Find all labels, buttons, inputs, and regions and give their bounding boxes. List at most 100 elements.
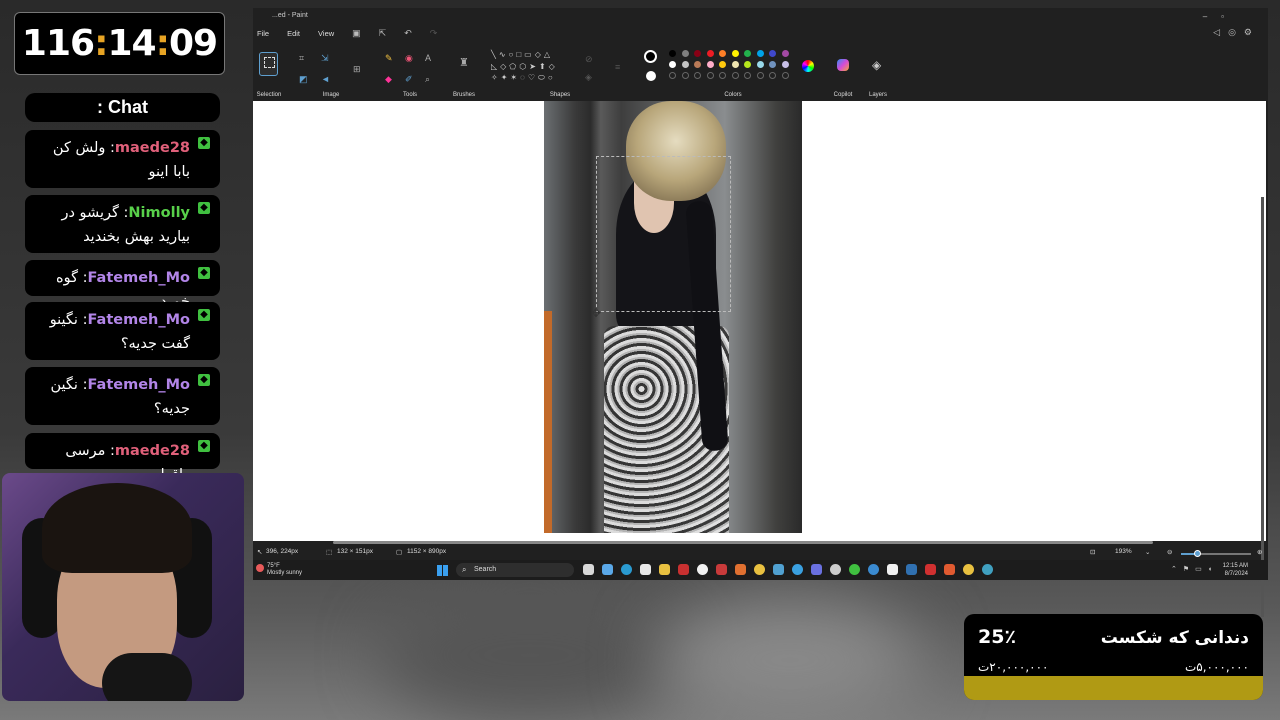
app-icon[interactable] — [868, 564, 879, 575]
chat-message: ◆ maede28: مرسی واقعا — [25, 433, 220, 483]
fill-shape-icon[interactable]: ◈ — [585, 72, 592, 83]
selection-tool-icon[interactable] — [259, 52, 278, 76]
ribbon: Selection ⌗ ⇲ ◩ ◄ ⊞ Image ✎ ◉ A ◆ ✐ ⌕ To… — [253, 42, 1268, 98]
donation-title: دندانی که شکست — [1100, 628, 1249, 648]
brush-icon[interactable]: ♜ — [459, 56, 469, 69]
weather-icon — [256, 564, 264, 572]
chevron-down-icon[interactable]: ⌄ — [1145, 548, 1150, 556]
pencil-icon[interactable]: ✎ — [385, 53, 393, 64]
magnifier-icon[interactable]: ⌕ — [425, 74, 430, 85]
app-icon[interactable] — [716, 564, 727, 575]
app-icon[interactable] — [697, 564, 708, 575]
app-icon[interactable] — [735, 564, 746, 575]
menu-file[interactable]: File — [257, 29, 269, 38]
app-icon[interactable] — [925, 564, 936, 575]
app-icon[interactable] — [849, 564, 860, 575]
chat-username: Fatemeh_Mo — [87, 377, 190, 393]
weather-desc: Mostly sunny — [267, 570, 303, 576]
crop-icon[interactable]: ⌗ — [299, 53, 304, 64]
group-brushes: ♜ Brushes — [449, 42, 479, 98]
zoom-level[interactable]: 193% — [1115, 548, 1132, 555]
steam-icon[interactable] — [906, 564, 917, 575]
redo-icon[interactable]: ↷ — [430, 28, 438, 39]
zoom-in-icon[interactable]: ⊕ — [1257, 548, 1262, 556]
file-explorer-icon[interactable] — [659, 564, 670, 575]
group-copilot: Copilot — [823, 42, 863, 98]
shapes-gallery-icon[interactable]: ╲∿○□▭◇△ — [491, 50, 553, 59]
system-tray[interactable]: ⌃⚑▭◖ — [1171, 565, 1218, 573]
weather-widget[interactable]: 75°F Mostly sunny — [256, 563, 303, 577]
zoom-out-icon[interactable]: ⊖ — [1167, 548, 1172, 556]
notepad-icon[interactable] — [887, 564, 898, 575]
store-icon[interactable] — [640, 564, 651, 575]
chat-message: ◆ maede28: ولش کن بابا اینو — [25, 130, 220, 188]
zoom-slider[interactable] — [1181, 550, 1251, 557]
app-icon[interactable] — [773, 564, 784, 575]
paint-window: ...ed - Paint –▫ File Edit View ▣ ⇱ ↶ ↷ … — [253, 8, 1268, 617]
group-colors: Colors — [663, 42, 803, 98]
menu-edit[interactable]: Edit — [287, 29, 300, 38]
donation-percent: 25٪ — [978, 626, 1017, 648]
zoom-slider-knob[interactable] — [1194, 550, 1201, 557]
selection-marquee[interactable] — [596, 156, 731, 312]
status-bar: ↖ 396, 224px ⬚ 132 × 151px ▢ 1152 × 890p… — [253, 544, 1268, 558]
primary-color-swatch[interactable] — [644, 50, 657, 63]
share-icon[interactable]: ⇱ — [379, 28, 387, 39]
secondary-color-swatch[interactable] — [646, 71, 656, 81]
task-view-icon[interactable] — [583, 564, 594, 575]
shapes-gallery-icon[interactable]: ◺◇⬠⬡➤⬆◇ — [491, 62, 558, 71]
search-placeholder: Search — [474, 566, 497, 573]
rotate-icon[interactable]: ◄ — [321, 74, 330, 84]
color-picker-icon[interactable]: ✐ — [405, 74, 413, 85]
menu-view[interactable]: View — [318, 29, 334, 38]
remove-background-icon[interactable]: ◩ — [299, 74, 308, 85]
microphone-shape — [102, 653, 192, 701]
text-icon[interactable]: A — [425, 53, 431, 63]
size-icon[interactable]: ≡ — [615, 62, 620, 72]
telegram-icon[interactable] — [792, 564, 803, 575]
clock-date: 8/7/2024 — [1224, 571, 1248, 577]
canvas[interactable]: ✥ — [253, 101, 1266, 617]
chat-username: Nimolly — [128, 205, 190, 221]
fill-icon[interactable]: ◉ — [405, 53, 413, 64]
undo-icon[interactable]: ↶ — [404, 28, 412, 39]
chat-message: ◆ Fatemeh_Mo: گوه خورد — [25, 260, 220, 310]
brave-icon[interactable] — [944, 564, 955, 575]
taskbar-clock[interactable]: 12:15 AM 8/7/2024 — [1223, 562, 1248, 578]
background-blur-shape — [380, 590, 680, 720]
chrome-icon[interactable] — [754, 564, 765, 575]
shapes-gallery-icon[interactable]: ✧✦✶◌♡⬭○ — [491, 73, 556, 83]
window-controls[interactable]: –▫ — [1203, 12, 1238, 21]
fit-to-window-icon[interactable]: ⊡ — [1090, 548, 1095, 556]
menu-bar: File Edit View ▣ ⇱ ↶ ↷ — [253, 26, 437, 40]
background-blur-shape — [660, 600, 920, 720]
eraser-icon[interactable]: ◆ — [385, 74, 392, 85]
taskbar-search[interactable]: ⌕ Search — [456, 563, 574, 577]
start-icon[interactable] — [437, 565, 448, 576]
widgets-icon[interactable] — [602, 564, 613, 575]
chat-badge-icon: ◆ — [198, 267, 210, 279]
chrome-icon[interactable] — [963, 564, 974, 575]
chat-badge-icon: ◆ — [198, 440, 210, 452]
menu-right-icons[interactable]: ◁◎⚙ — [1213, 27, 1260, 38]
app-icon[interactable] — [830, 564, 841, 575]
donation-goal: ۲۰,۰۰۰,۰۰۰ت — [978, 660, 1049, 674]
timer-separator: : — [155, 23, 170, 64]
streamer-hair — [42, 483, 192, 573]
chat-username: maede28 — [114, 443, 190, 459]
group-label: Tools — [402, 92, 417, 98]
outline-icon[interactable]: ⊘ — [585, 54, 593, 65]
taskbar: 75°F Mostly sunny ⌕ Search ⌃⚑▭◖ 12:15 AM… — [253, 560, 1268, 580]
discord-icon[interactable] — [811, 564, 822, 575]
edit-colors-icon[interactable] — [802, 60, 814, 72]
selection-size-icon: ⬚ — [326, 549, 333, 556]
app-icon[interactable] — [678, 564, 689, 575]
title-bar: ...ed - Paint –▫ — [253, 8, 1268, 25]
resize-icon[interactable]: ⇲ — [321, 53, 329, 64]
image-select-icon[interactable]: ⊞ — [353, 64, 361, 75]
chat-badge-icon: ◆ — [198, 202, 210, 214]
save-icon[interactable]: ▣ — [352, 28, 361, 39]
edge-icon[interactable] — [621, 564, 632, 575]
chat-username: Fatemeh_Mo — [87, 312, 190, 328]
app-icon[interactable] — [982, 564, 993, 575]
